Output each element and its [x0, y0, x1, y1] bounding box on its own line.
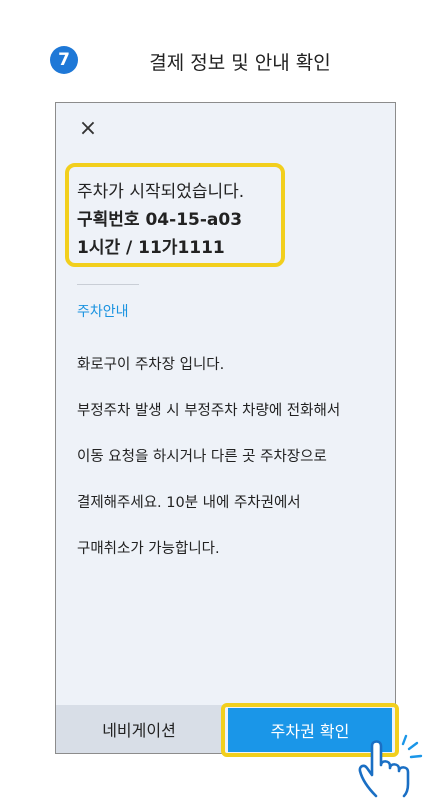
parking-zone-number: 구획번호 04-15-a03 [77, 210, 243, 230]
guide-line: 구매취소가 가능합니다. [77, 541, 220, 557]
phone-screen: × 주차가 시작되었습니다. 구획번호 04-15-a03 1시간 / 11가1… [55, 102, 396, 754]
parking-guide-title: 주차안내 [77, 304, 129, 320]
guide-line: 이동 요청을 하시거나 다른 곳 주차장으로 [77, 449, 327, 465]
parking-status-text: 주차가 시작되었습니다. [77, 182, 245, 202]
parking-guide-text: 화로구이 주차장 입니다. 부정주차 발생 시 부정주차 차량에 전화해서 이동… [77, 331, 387, 584]
close-icon[interactable]: × [76, 117, 100, 141]
step-title: 결제 정보 및 안내 확인 [149, 52, 331, 74]
divider [77, 284, 139, 285]
navigation-button[interactable]: 네비게이션 [56, 705, 222, 753]
guide-line: 결제해주세요. 10분 내에 주차권에서 [77, 495, 301, 511]
hand-pointer-icon [358, 734, 423, 798]
step-number-badge: 7 [50, 46, 78, 74]
step-header: 7 결제 정보 및 안내 확인 [0, 46, 448, 78]
guide-line: 부정주차 발생 시 부정주차 차량에 전화해서 [77, 403, 341, 419]
parking-duration-plate: 1시간 / 11가1111 [77, 238, 225, 258]
guide-line: 화로구이 주차장 입니다. [77, 357, 225, 373]
